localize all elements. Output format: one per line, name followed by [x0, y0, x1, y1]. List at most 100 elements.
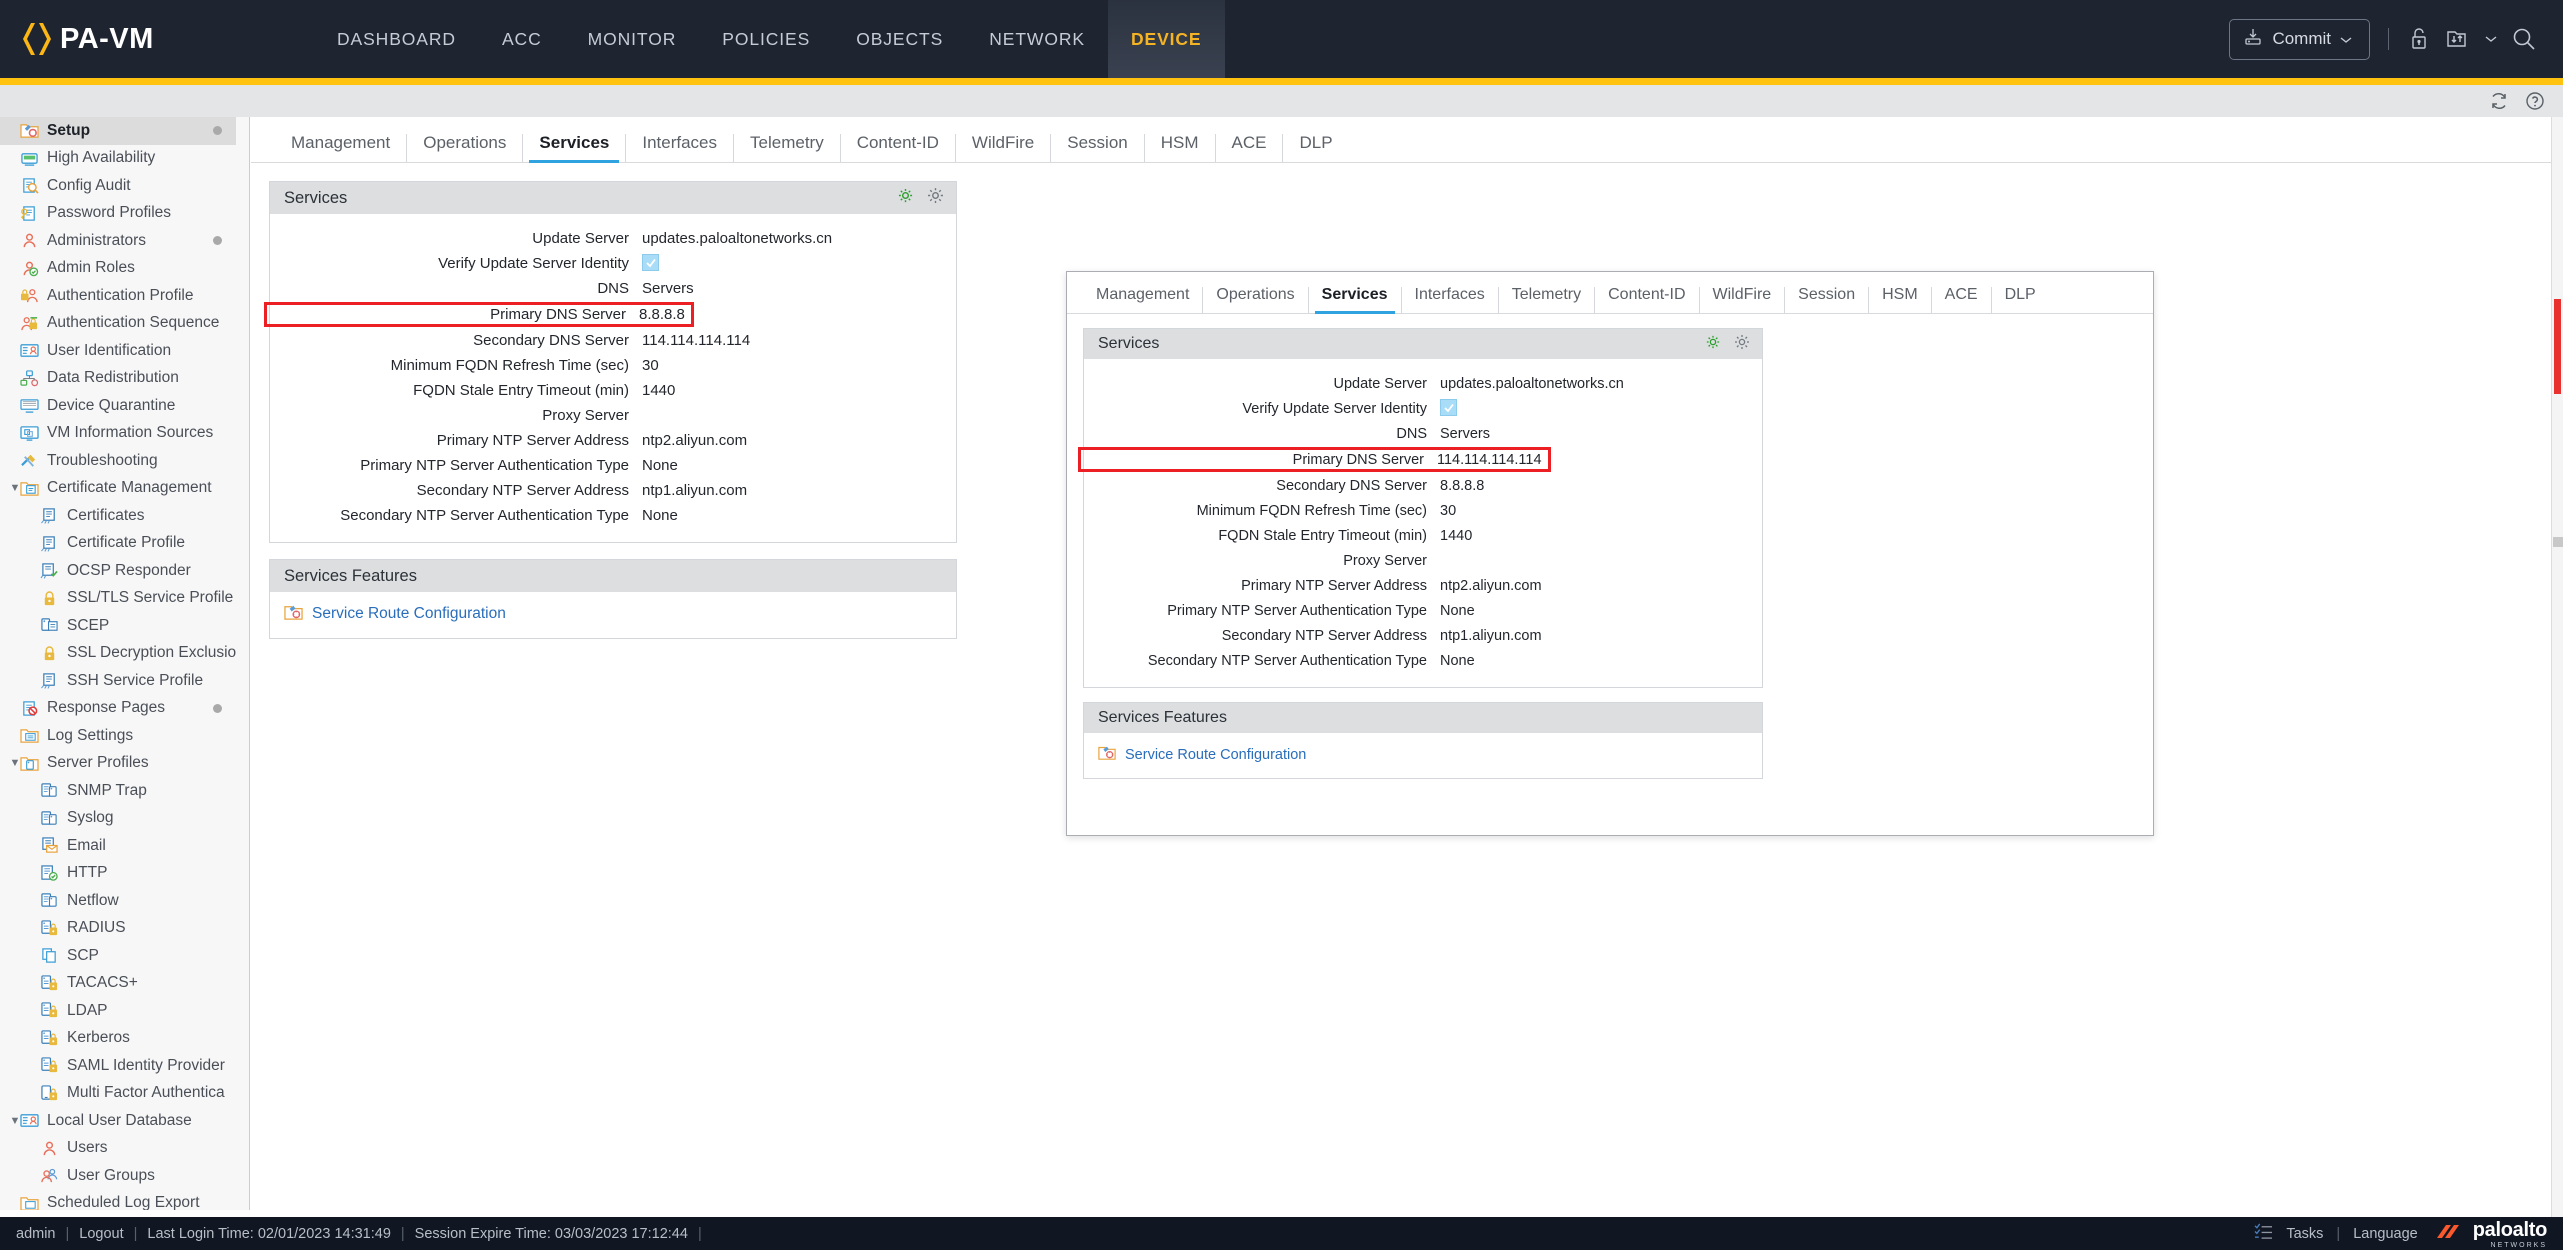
main-tab-content-id[interactable]: Content-ID: [841, 134, 956, 162]
nav-dashboard[interactable]: DASHBOARD: [314, 0, 479, 78]
sidebar-item-response-pages[interactable]: Response Pages: [0, 695, 236, 723]
logout-link[interactable]: Logout: [79, 1226, 123, 1242]
service-route-configuration-link[interactable]: Service Route Configuration: [312, 605, 506, 623]
main-tab-session[interactable]: Session: [1051, 134, 1145, 162]
sidebar-item-authentication-sequence[interactable]: Authentication Sequence: [0, 310, 236, 338]
sidebar-item-scp[interactable]: SCP: [0, 942, 236, 970]
sidebar-item-email[interactable]: Email: [0, 832, 236, 860]
main-tab-hsm[interactable]: HSM: [1145, 134, 1216, 162]
sidebar-item-http[interactable]: HTTP: [0, 860, 236, 888]
language-label[interactable]: Language: [2353, 1226, 2418, 1242]
sidebar-item-password-profiles[interactable]: Password Profiles: [0, 200, 236, 228]
inset-tab-content-id[interactable]: Content-ID: [1595, 287, 1700, 313]
sidebar-item-config-audit[interactable]: Config Audit: [0, 172, 236, 200]
sidebar-item-scep[interactable]: SCEP: [0, 612, 236, 640]
sidebar-item-log-settings[interactable]: Log Settings: [0, 722, 236, 750]
inset-tab-dlp[interactable]: DLP: [1992, 287, 2049, 313]
inset-tab-session[interactable]: Session: [1785, 287, 1870, 313]
nav-objects[interactable]: OBJECTS: [833, 0, 966, 78]
sidebar-item-device-quarantine[interactable]: Device Quarantine: [0, 392, 236, 420]
nav-acc[interactable]: ACC: [479, 0, 565, 78]
inset-tab-ace[interactable]: ACE: [1932, 287, 1992, 313]
main-tab-management[interactable]: Management: [275, 134, 408, 162]
verify-update-server-identity-checkbox[interactable]: [1440, 399, 1457, 418]
main-tab-ace[interactable]: ACE: [1216, 134, 1284, 162]
chevron-down-icon-2[interactable]: [2485, 35, 2497, 43]
unlock-icon[interactable]: [2407, 26, 2431, 52]
sidebar-item-user-groups[interactable]: User Groups: [0, 1162, 236, 1190]
nav-device[interactable]: DEVICE: [1107, 0, 1225, 78]
sidebar-item-ssl-decryption-exclusio[interactable]: SSL Decryption Exclusio: [0, 640, 236, 668]
tasks-label[interactable]: Tasks: [2286, 1226, 2323, 1242]
email-icon: [38, 836, 60, 855]
sidebar-item-label: Server Profiles: [47, 754, 149, 772]
response-pages-icon: [18, 699, 40, 718]
sidebar-item-certificate-management[interactable]: ▼ Certificate Management: [0, 475, 236, 503]
sidebar-item-saml-identity-provider[interactable]: SAML Identity Provider: [0, 1052, 236, 1080]
main-tab-services[interactable]: Services: [523, 134, 627, 163]
sidebar-item-certificate-profile[interactable]: Certificate Profile: [0, 530, 236, 558]
refresh-icon[interactable]: [2489, 91, 2509, 111]
sidebar-item-label: Netflow: [67, 891, 119, 909]
services-row: Minimum FQDN Refresh Time (sec) 30: [270, 353, 956, 378]
sidebar-item-authentication-profile[interactable]: Authentication Profile: [0, 282, 236, 310]
main-tab-dlp[interactable]: DLP: [1283, 134, 1348, 162]
verify-update-server-identity-checkbox[interactable]: [642, 254, 659, 273]
inset-tab-hsm[interactable]: HSM: [1869, 287, 1932, 313]
header-divider: [2388, 28, 2389, 50]
sidebar-item-multi-factor-authentica[interactable]: Multi Factor Authentica: [0, 1080, 236, 1108]
sidebar-item-tacacs[interactable]: TACACS+: [0, 970, 236, 998]
inset-tab-management[interactable]: Management: [1083, 287, 1204, 313]
green-gear-icon[interactable]: [898, 188, 913, 208]
sidebar-item-kerberos[interactable]: Kerberos: [0, 1025, 236, 1053]
inset-tab-telemetry[interactable]: Telemetry: [1499, 287, 1596, 313]
main-tab-wildfire[interactable]: WildFire: [956, 134, 1052, 162]
sidebar-item-netflow[interactable]: Netflow: [0, 887, 236, 915]
sidebar-item-local-user-database[interactable]: ▼ Local User Database: [0, 1107, 236, 1135]
inset-service-route-configuration-link[interactable]: Service Route Configuration: [1125, 747, 1306, 763]
config-transfer-icon[interactable]: [2445, 27, 2471, 51]
sidebar-item-data-redistribution[interactable]: Data Redistribution: [0, 365, 236, 393]
main-tab-operations[interactable]: Operations: [407, 134, 524, 162]
sidebar-item-setup[interactable]: Setup: [0, 117, 236, 145]
main-tab-telemetry[interactable]: Telemetry: [734, 134, 841, 162]
nav-network[interactable]: NETWORK: [966, 0, 1108, 78]
help-icon[interactable]: [2525, 91, 2545, 111]
tasks-icon[interactable]: [2254, 1223, 2273, 1244]
sidebar-item-ocsp-responder[interactable]: OCSP Responder: [0, 557, 236, 585]
sidebar-item-administrators[interactable]: Administrators: [0, 227, 236, 255]
page-scroll-thumb[interactable]: [2553, 537, 2563, 547]
sidebar-item-user-identification[interactable]: User Identification: [0, 337, 236, 365]
sidebar-item-ssl-tls-service-profile[interactable]: SSL/TLS Service Profile: [0, 585, 236, 613]
inset-green-gear-icon[interactable]: [1706, 335, 1720, 354]
search-icon[interactable]: [2511, 26, 2537, 52]
gear-icon[interactable]: [927, 187, 944, 209]
sidebar-item-server-profiles[interactable]: ▼ Server Profiles: [0, 750, 236, 778]
commit-button[interactable]: Commit: [2229, 18, 2370, 60]
nav-monitor[interactable]: MONITOR: [565, 0, 700, 78]
sidebar-item-snmp-trap[interactable]: SNMP Trap: [0, 777, 236, 805]
sidebar-item-ssh-service-profile[interactable]: SSH Service Profile: [0, 667, 236, 695]
inset-tab-wildfire[interactable]: WildFire: [1700, 287, 1786, 313]
main-tab-interfaces[interactable]: Interfaces: [626, 134, 735, 162]
sidebar-item-users[interactable]: Users: [0, 1135, 236, 1163]
inset-tab-services[interactable]: Services: [1309, 287, 1402, 314]
inset-tab-interfaces[interactable]: Interfaces: [1402, 287, 1499, 313]
sidebar-item-certificates[interactable]: Certificates: [0, 502, 236, 530]
sidebar-item-troubleshooting[interactable]: Troubleshooting: [0, 447, 236, 475]
sidebar-item-scheduled-log-export[interactable]: Scheduled Log Export: [0, 1190, 236, 1210]
sidebar-item-admin-roles[interactable]: Admin Roles: [0, 255, 236, 283]
chevron-down-icon[interactable]: ▼: [8, 482, 22, 494]
sidebar-item-vm-information-sources[interactable]: VM Information Sources: [0, 420, 236, 448]
field-label: Verify Update Server Identity: [438, 255, 629, 272]
page-vertical-scrollbar[interactable]: [2551, 117, 2563, 1217]
sidebar-item-radius[interactable]: RADIUS: [0, 915, 236, 943]
chevron-down-icon[interactable]: ▼: [8, 757, 22, 769]
sidebar-item-ldap[interactable]: LDAP: [0, 997, 236, 1025]
sidebar-item-syslog[interactable]: Syslog: [0, 805, 236, 833]
inset-gear-icon[interactable]: [1734, 334, 1750, 355]
nav-policies[interactable]: POLICIES: [699, 0, 833, 78]
chevron-down-icon[interactable]: ▼: [8, 1115, 22, 1127]
sidebar-item-high-availability[interactable]: High Availability: [0, 145, 236, 173]
inset-tab-operations[interactable]: Operations: [1203, 287, 1309, 313]
